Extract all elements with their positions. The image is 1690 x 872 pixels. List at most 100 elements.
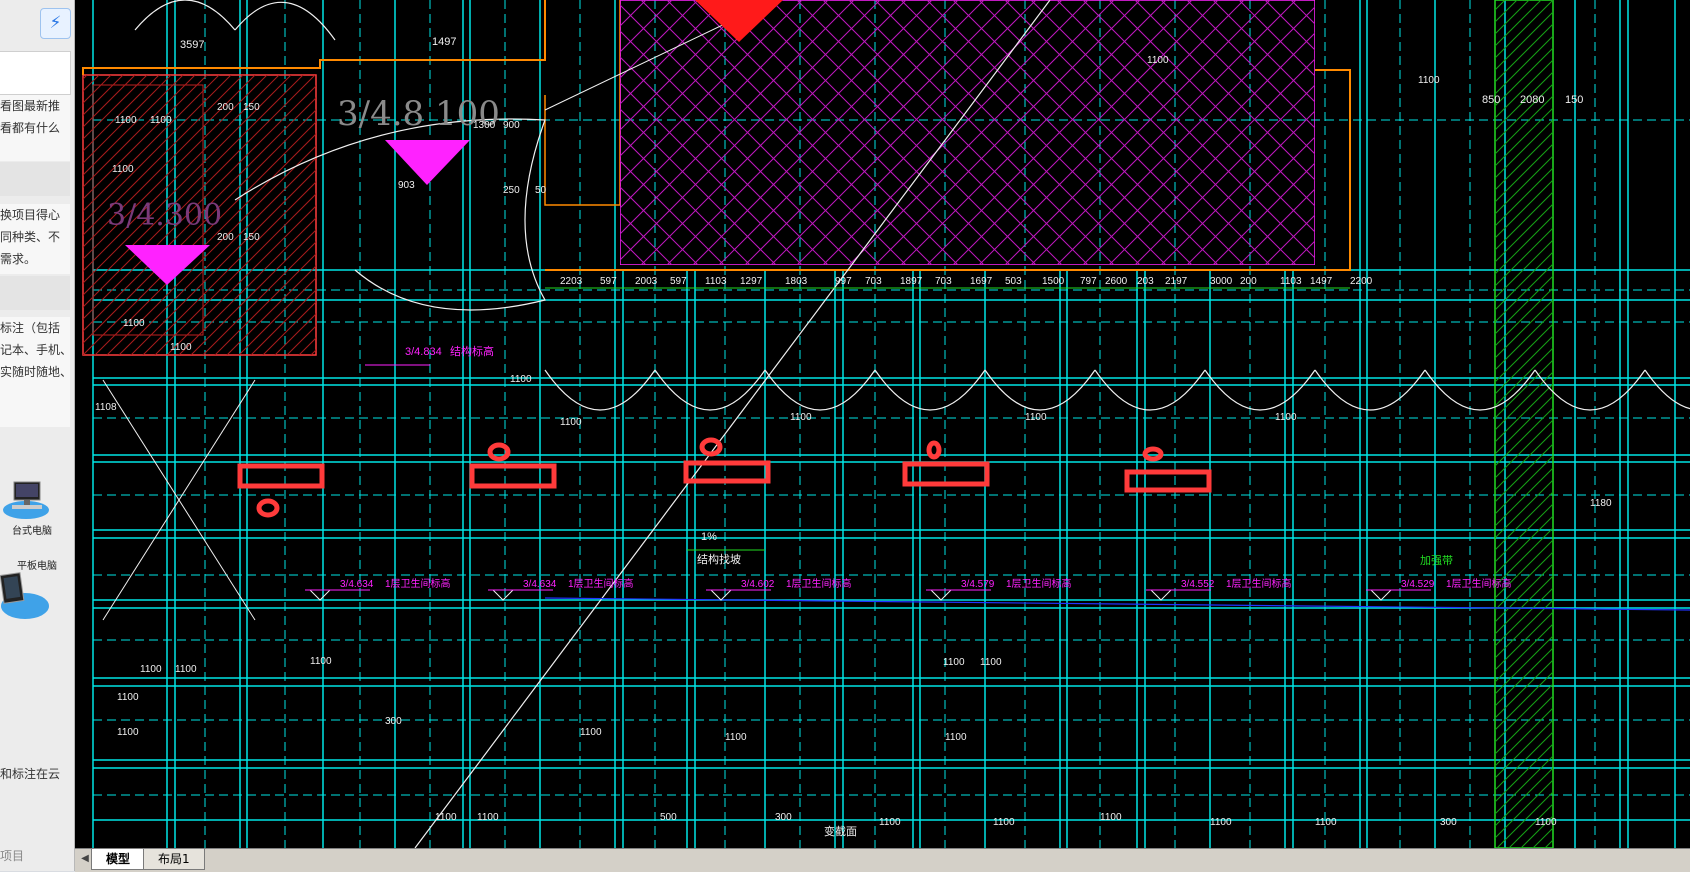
level-value: 3/4.529 <box>1401 579 1435 590</box>
red-ellipse <box>926 440 942 460</box>
promo-line: 标注（包括 <box>0 321 61 335</box>
dim-label: 150 <box>243 102 260 113</box>
dim-label: 50 <box>535 185 547 196</box>
dim-label: 1100 <box>1025 412 1047 423</box>
dim-label: 597 <box>670 276 687 287</box>
layout-tab-bar: ◀ 模型 布局1 <box>75 848 1690 872</box>
dim-label: 1100 <box>879 817 901 828</box>
cad-drawing-canvas[interactable]: 3597 1497 3/4.8 100 3/4.300 1100 1100 20… <box>75 0 1690 848</box>
dim-label: 2203 <box>560 276 583 287</box>
dim-label: 1497 <box>432 36 456 48</box>
dim-label: 1100 <box>725 732 747 743</box>
slope-percent: 1% <box>701 531 717 543</box>
dim-label: 1103 <box>705 276 727 287</box>
dim-label: 500 <box>660 812 677 823</box>
level-text: 1层卫生间标高 <box>786 577 852 590</box>
lightning-icon[interactable]: ⚡ <box>40 8 71 39</box>
dim-label: 1100 <box>115 115 137 126</box>
dim-label: 1100 <box>150 115 172 126</box>
dim-label: 1297 <box>740 276 763 287</box>
tab-model[interactable]: 模型 <box>91 849 146 870</box>
dim-label: 1100 <box>945 732 967 743</box>
dim-label: 1100 <box>1147 55 1169 66</box>
dim-label: 1100 <box>112 164 134 175</box>
dim-label: 703 <box>865 276 882 287</box>
red-box <box>683 460 771 484</box>
divider <box>0 276 70 310</box>
dim-label: 2003 <box>635 276 658 287</box>
dim-label: 2200 <box>1350 276 1373 287</box>
dim-label: 1497 <box>1310 276 1333 287</box>
tablet-icon <box>0 572 49 619</box>
divider <box>0 162 70 196</box>
desktop-label: 台式电脑 <box>12 526 52 537</box>
level-text: 1层卫生间标高 <box>1006 577 1072 590</box>
green-hatch-band <box>1494 0 1554 848</box>
red-ellipse <box>699 437 723 457</box>
magenta-hatch-area <box>620 0 1315 265</box>
tab-layout1[interactable]: 布局1 <box>143 849 205 870</box>
dim-label: 1100 <box>580 727 602 738</box>
red-box <box>237 463 325 489</box>
dim-label: 150 <box>243 232 260 243</box>
promo-line: 换项目得心 <box>0 208 61 222</box>
red-box <box>469 463 557 489</box>
dim-label: 703 <box>935 276 952 287</box>
bottom-note: 变截面 <box>824 824 857 838</box>
promo-line: 需求。 <box>0 252 37 266</box>
dim-label: 1100 <box>1275 412 1297 423</box>
dim-label: 250 <box>503 185 520 196</box>
promo-card-2[interactable]: 换项目得心 同种类、不 需求。 <box>0 204 70 274</box>
dim-label: 1100 <box>790 412 812 423</box>
dim-label: 903 <box>398 180 415 191</box>
dim-label: 1100 <box>117 727 139 738</box>
dim-label: 1100 <box>477 812 499 823</box>
dim-label: 1100 <box>1418 75 1440 86</box>
dim-label: 1803 <box>785 276 808 287</box>
project-label: 项目 <box>0 845 70 869</box>
level-annotations: 3/4.634 1层卫生间标高 3/4.634 1层卫生间标高 3/4.602 1层卫生间… <box>305 577 1512 601</box>
dim-label: 1100 <box>123 318 145 329</box>
dim-label: 1100 <box>980 657 1002 668</box>
dim-label: 1100 <box>310 656 332 667</box>
level-text: 1层卫生间标高 <box>1226 577 1292 590</box>
level-value: 3/4.579 <box>961 579 995 590</box>
dim-label: 1100 <box>170 342 192 353</box>
dim-label: 2600 <box>1105 276 1128 287</box>
dim-label: 850 <box>1482 94 1500 106</box>
red-box <box>1124 469 1212 493</box>
dim-label: 2197 <box>1165 276 1188 287</box>
dim-label: 200 <box>1240 276 1257 287</box>
dim-label: 3000 <box>1210 276 1233 287</box>
dim-label: 1100 <box>435 812 457 823</box>
promo-card-3[interactable]: 标注（包括 记本、手机、 实随时随地、 <box>0 317 70 427</box>
side-panel: ⚡ 看图最新推 看都有什么 换项目得心 同种类、不 需求。 标注（包括 记本、手… <box>0 0 75 871</box>
red-box <box>902 461 990 487</box>
elevation-big-label: 3/4.300 <box>107 198 222 233</box>
dim-label: 1100 <box>560 417 582 428</box>
dim-label: 1100 <box>1210 817 1232 828</box>
dim-label: 300 <box>385 716 402 727</box>
dim-label: 300 <box>775 812 792 823</box>
promo-line: 实随时随地、 <box>0 365 70 379</box>
side-search-input[interactable] <box>0 51 71 95</box>
dim-label: 2080 <box>1520 94 1544 106</box>
cad-drawing: 3597 1497 3/4.8 100 3/4.300 1100 1100 20… <box>82 0 1690 848</box>
dim-label: 797 <box>1080 276 1097 287</box>
level-text: 1层卫生间标高 <box>568 577 634 590</box>
dim-label: 1180 <box>1590 498 1612 509</box>
promo-card-1[interactable]: 看图最新推 看都有什么 <box>0 95 70 161</box>
promo-card-4[interactable]: 和标注在云 <box>0 763 70 789</box>
dim-label: 300 <box>1440 817 1457 828</box>
red-marker <box>695 0 783 42</box>
dim-label: 503 <box>1005 276 1022 287</box>
project-text: 项目 <box>0 849 25 863</box>
level-value: 3/4.552 <box>1181 579 1215 590</box>
level-value: 3/4.834 <box>405 346 442 358</box>
dim-label: 1100 <box>175 664 197 675</box>
elevation-marker <box>385 140 470 185</box>
dim-label: 3597 <box>180 39 204 51</box>
dim-label: 1100 <box>993 817 1015 828</box>
dim-label: 1108 <box>95 402 117 413</box>
dim-label: 1100 <box>943 657 965 668</box>
